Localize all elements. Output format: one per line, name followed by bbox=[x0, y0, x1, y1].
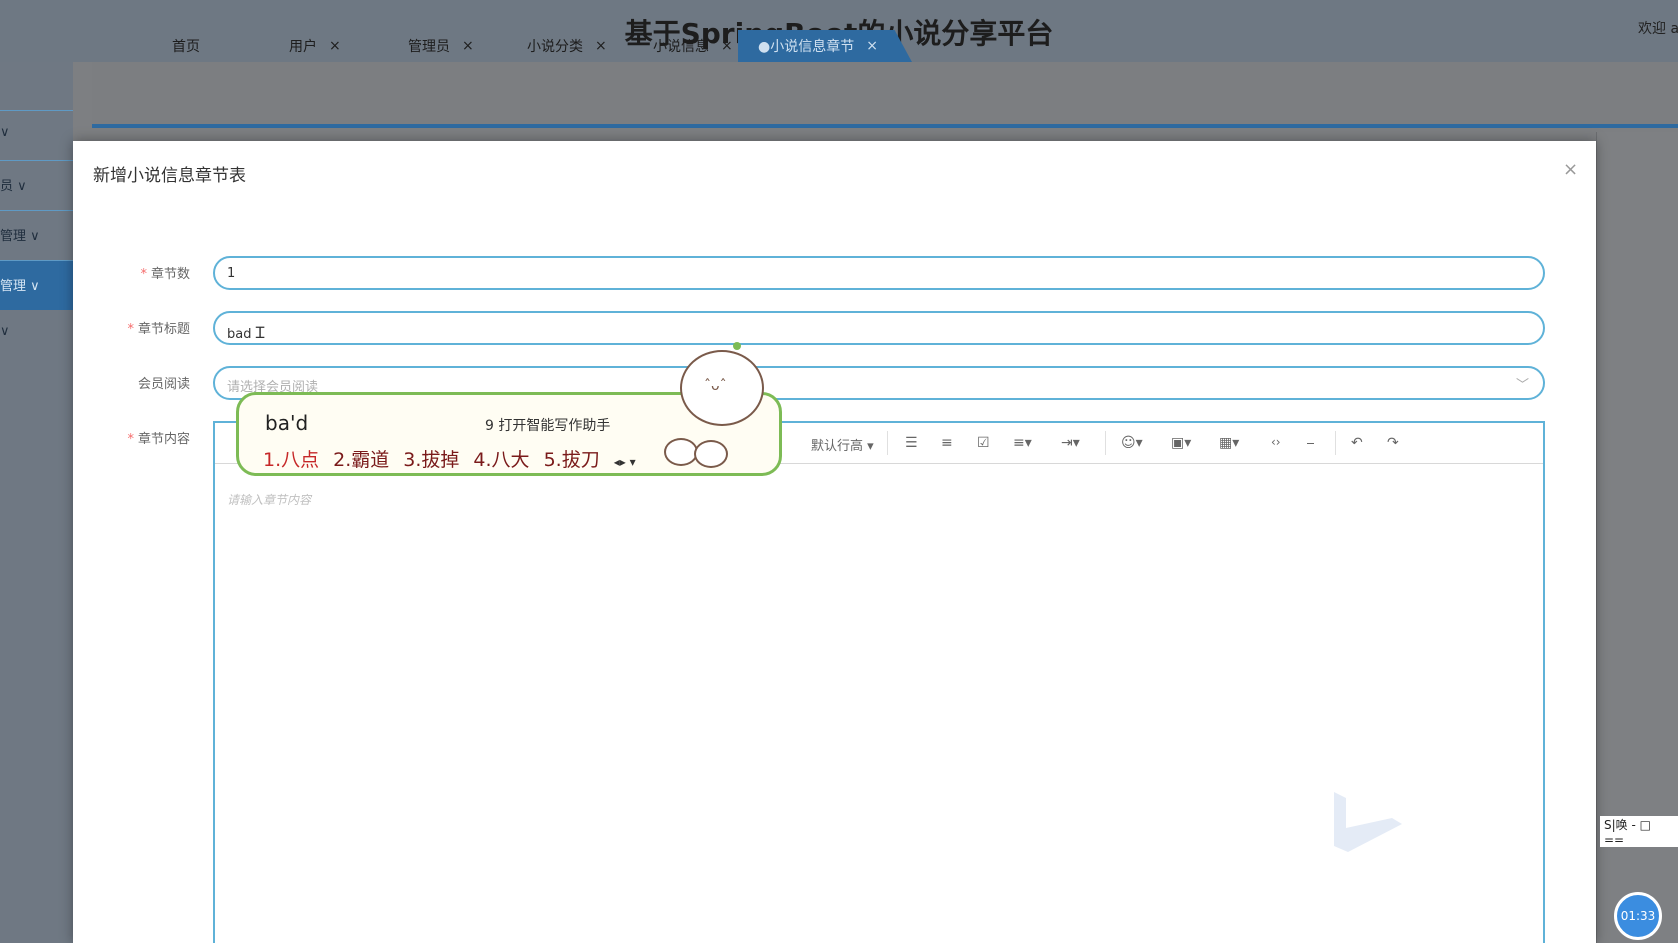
text-cursor-icon: Ɪ bbox=[255, 323, 265, 342]
chapter-no-input[interactable]: 1 bbox=[213, 256, 1545, 290]
undo-icon[interactable]: ↶ bbox=[1351, 435, 1363, 451]
sidebar-item-2[interactable]: 员 ∨ bbox=[0, 160, 73, 210]
ime-candidate[interactable]: 3.拔掉 bbox=[403, 449, 459, 471]
bullet-list-icon[interactable]: ☰ bbox=[905, 435, 918, 451]
chapter-no-value: 1 bbox=[227, 266, 236, 281]
sidebar-item-1[interactable]: ∨ bbox=[0, 110, 73, 160]
sprout-icon bbox=[733, 342, 741, 350]
emoji-icon[interactable]: ☺▾ bbox=[1121, 435, 1143, 451]
tab-strip bbox=[92, 62, 1678, 128]
tab-close-icon[interactable]: × bbox=[866, 38, 878, 54]
line-height-dropdown[interactable]: 默认行高 ▾ bbox=[811, 435, 874, 454]
checklist-icon[interactable]: ☑ bbox=[977, 435, 990, 451]
chapter-content-label: * 章节内容 bbox=[90, 428, 190, 447]
ime-page-nav-icon[interactable]: ◂▸ ▾ bbox=[614, 455, 636, 469]
ime-typed-text: ba'd bbox=[265, 411, 309, 435]
tab-label: 用户 bbox=[289, 39, 317, 55]
chapter-content-label-text: 章节内容 bbox=[137, 432, 190, 447]
tab-home[interactable]: 首页 bbox=[172, 30, 200, 62]
table-icon[interactable]: ▦▾ bbox=[1219, 435, 1239, 451]
tab-label: ●小说信息章节 bbox=[758, 39, 855, 55]
divider-line-icon[interactable]: ⎯ bbox=[1307, 435, 1314, 451]
ime-candidate[interactable]: 1.八点 bbox=[263, 449, 319, 471]
chapter-title-label: * 章节标题 bbox=[90, 318, 190, 337]
mascot-face-icon: ˆᴗˆ bbox=[704, 378, 727, 394]
tab-novel-category[interactable]: 小说分类 × bbox=[527, 30, 607, 62]
tab-close-icon[interactable]: × bbox=[721, 38, 733, 54]
tab-label: 小说分类 bbox=[527, 39, 583, 55]
ime-candidate[interactable]: 2.霸道 bbox=[333, 449, 389, 471]
tab-label: 小说信息 bbox=[653, 39, 709, 55]
recording-timer-badge[interactable]: 01:33 bbox=[1614, 892, 1662, 940]
ime-candidate[interactable]: 5.拔刀 bbox=[544, 449, 600, 471]
line-height-label: 默认行高 bbox=[811, 439, 864, 454]
ime-mascot-icon: ˆᴗˆ bbox=[680, 350, 764, 426]
tab-novel-chapter-active[interactable]: ●小说信息章节 × bbox=[738, 30, 912, 62]
ime-candidate[interactable]: 4.八大 bbox=[473, 449, 529, 471]
toolbar-divider bbox=[887, 431, 888, 455]
tab-novel-info[interactable]: 小说信息 × bbox=[653, 30, 733, 62]
tab-admins[interactable]: 管理员 × bbox=[408, 30, 474, 62]
numbered-list-icon[interactable]: ≡ bbox=[941, 435, 953, 451]
mascot-mini-icon bbox=[694, 440, 728, 468]
rich-text-editor[interactable]: 默认行高 ▾ ☰ ≡ ☑ ≡▾ ⇥▾ ☺▾ ▣▾ ▦▾ ‹› ⎯ ↶ ↷ 请输入… bbox=[213, 421, 1545, 943]
required-mark: * bbox=[140, 267, 147, 282]
toolbar-divider bbox=[1105, 431, 1106, 455]
tab-close-icon[interactable]: × bbox=[329, 38, 341, 54]
required-mark: * bbox=[127, 432, 134, 447]
dialog-title: 新增小说信息章节表 bbox=[93, 166, 246, 186]
tab-label: 首页 bbox=[172, 39, 200, 55]
chapter-title-input[interactable]: bad Ɪ bbox=[213, 311, 1545, 345]
editor-placeholder: 请输入章节内容 bbox=[227, 493, 312, 507]
redo-icon[interactable]: ↷ bbox=[1387, 435, 1399, 451]
image-icon[interactable]: ▣▾ bbox=[1171, 435, 1191, 451]
chapter-title-value: bad bbox=[227, 327, 252, 342]
member-read-label-text: 会员阅读 bbox=[137, 377, 190, 392]
close-icon[interactable]: × bbox=[1563, 159, 1578, 180]
ime-candidate-list: 1.八点 2.霸道 3.拔掉 4.八大 5.拔刀 ◂▸ ▾ bbox=[263, 445, 650, 472]
chapter-title-label-text: 章节标题 bbox=[137, 322, 190, 337]
chevron-down-icon: ﹀ bbox=[1515, 378, 1529, 393]
sidebar-item-3[interactable]: 管理 ∨ bbox=[0, 210, 73, 260]
indent-icon[interactable]: ⇥▾ bbox=[1061, 435, 1080, 451]
welcome-text: 欢迎 a bbox=[1638, 21, 1678, 37]
tab-close-icon[interactable]: × bbox=[595, 38, 607, 54]
mascot-mini-icon bbox=[664, 438, 698, 466]
chapter-no-label-text: 章节数 bbox=[150, 267, 190, 282]
tab-close-icon[interactable]: × bbox=[462, 38, 474, 54]
tab-label: 管理员 bbox=[408, 39, 450, 55]
sidebar-item-5[interactable]: ∨ bbox=[0, 310, 73, 360]
member-read-label: 会员阅读 bbox=[90, 373, 190, 392]
sidebar-item-4-active[interactable]: 管理 ∨ bbox=[0, 260, 73, 310]
recorder-caption: S|唤 - □ == bbox=[1600, 816, 1678, 847]
chapter-no-label: * 章节数 bbox=[90, 263, 190, 282]
required-mark: * bbox=[127, 322, 134, 337]
toolbar-divider bbox=[1335, 431, 1336, 455]
tab-users[interactable]: 用户 × bbox=[289, 30, 341, 62]
align-icon[interactable]: ≡▾ bbox=[1013, 435, 1032, 451]
video-watermark-icon bbox=[1334, 792, 1402, 852]
ime-writing-assistant[interactable]: 9 打开智能写作助手 bbox=[485, 415, 610, 435]
code-icon[interactable]: ‹› bbox=[1271, 435, 1281, 449]
